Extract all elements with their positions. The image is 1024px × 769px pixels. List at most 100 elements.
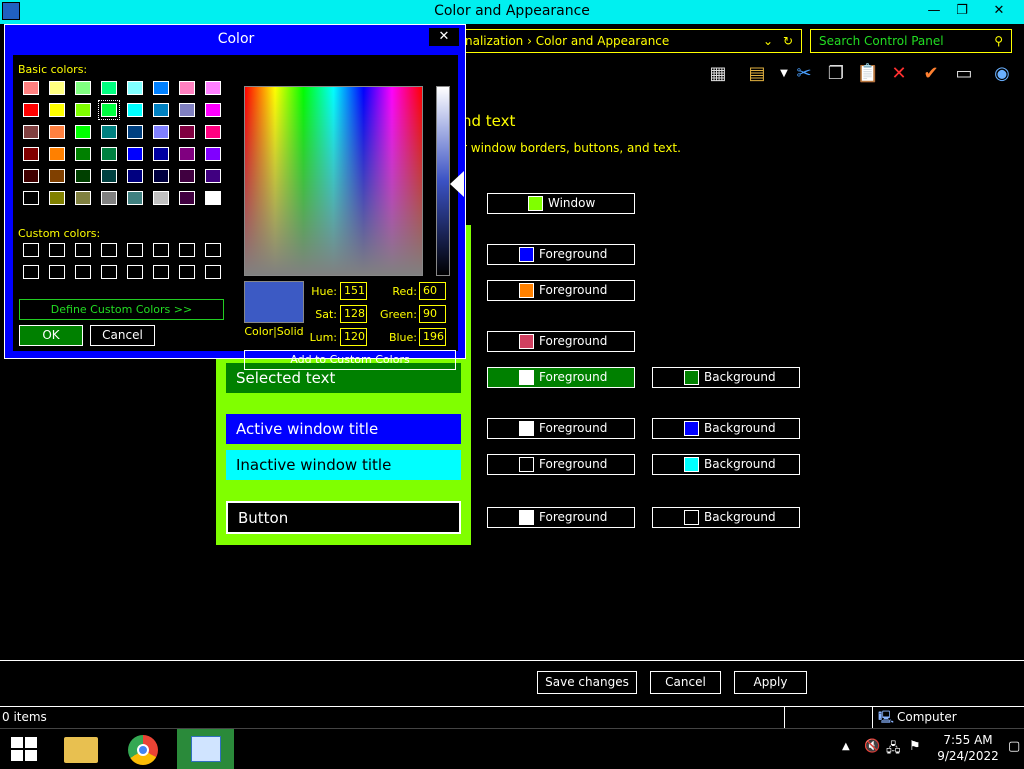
swatch-button-background[interactable]: Background [652,367,800,388]
basic-color-swatch[interactable] [153,81,169,95]
refresh-icon[interactable]: ↻ [783,30,793,52]
basic-color-swatch[interactable] [153,125,169,139]
basic-color-swatch[interactable] [49,81,65,95]
dialog-ok-button[interactable]: OK [19,325,83,346]
chrome-icon[interactable] [128,735,158,765]
basic-color-swatch[interactable] [49,125,65,139]
basic-color-swatch[interactable] [127,147,143,161]
basic-color-swatch[interactable] [127,103,143,117]
basic-color-swatch[interactable] [179,103,195,117]
basic-color-swatch[interactable] [179,147,195,161]
cancel-button[interactable]: Cancel [650,671,721,694]
basic-color-swatch[interactable] [101,81,117,95]
notifications-icon[interactable]: ▢ [1008,739,1020,754]
sat-field[interactable]: 128 [340,305,367,323]
custom-color-slot[interactable] [179,265,195,279]
preview-inactive-title[interactable]: Inactive window title [226,450,461,480]
checkmark-icon[interactable]: ✔ [919,62,943,86]
basic-color-swatch[interactable] [205,125,221,139]
basic-color-swatch[interactable] [205,147,221,161]
custom-color-slot[interactable] [153,243,169,257]
basic-color-swatch[interactable] [75,103,91,117]
basic-color-swatch[interactable] [179,191,195,205]
swatch-button-foreground[interactable]: Foreground [487,331,635,352]
swatch-button-foreground[interactable]: Foreground [487,454,635,475]
chevron-down-icon[interactable]: ⌄ [763,30,773,52]
basic-color-swatch[interactable] [127,169,143,183]
custom-color-slot[interactable] [101,243,117,257]
basic-color-swatch[interactable] [75,147,91,161]
define-custom-colors-button[interactable]: Define Custom Colors >> [19,299,224,320]
basic-color-swatch[interactable] [49,169,65,183]
basic-color-swatch[interactable] [179,81,195,95]
custom-color-slot[interactable] [179,243,195,257]
blue-field[interactable]: 196 [419,328,446,346]
swatch-button-foreground[interactable]: Foreground [487,418,635,439]
basic-color-swatch[interactable] [23,103,39,117]
basic-color-swatch[interactable] [153,103,169,117]
rename-icon[interactable]: ▭ [952,62,976,86]
basic-color-swatch[interactable] [127,191,143,205]
globe-icon[interactable]: ◉ [990,62,1014,86]
delete-icon[interactable]: ✕ [887,62,911,86]
cut-icon[interactable]: ✂ [792,62,816,86]
basic-color-swatch[interactable] [49,147,65,161]
custom-color-slot[interactable] [127,243,143,257]
basic-color-swatch[interactable] [179,125,195,139]
basic-color-swatch[interactable] [101,147,117,161]
custom-color-slot[interactable] [75,243,91,257]
basic-color-swatch[interactable] [205,191,221,205]
swatch-button-background[interactable]: Background [652,418,800,439]
basic-color-swatch[interactable] [75,191,91,205]
search-icon[interactable]: ⚲ [994,30,1003,52]
basic-color-swatch[interactable] [101,191,117,205]
basic-color-swatch[interactable] [23,81,39,95]
close-button[interactable]: ✕ [976,0,1022,22]
luminosity-pointer-icon[interactable] [450,171,464,197]
preview-active-title[interactable]: Active window title [226,414,461,444]
swatch-button-background[interactable]: Background [652,454,800,475]
layout-icon[interactable]: ▦ [706,62,730,86]
custom-color-slot[interactable] [127,265,143,279]
action-center-icon[interactable]: ⚑ [909,739,921,754]
file-explorer-icon[interactable] [64,737,98,763]
volume-muted-icon[interactable]: 🔇 [864,739,880,754]
custom-color-slot[interactable] [205,265,221,279]
basic-color-swatch[interactable] [49,191,65,205]
basic-color-swatch[interactable] [23,191,39,205]
basic-color-swatch[interactable] [23,169,39,183]
basic-color-swatch[interactable] [101,169,117,183]
basic-color-swatch[interactable] [75,81,91,95]
basic-color-swatch[interactable] [49,103,65,117]
swatch-button-background[interactable]: Background [652,507,800,528]
swatch-button-window[interactable]: Window [487,193,635,214]
copy-icon[interactable]: ❐ [824,62,848,86]
lum-field[interactable]: 120 [340,328,367,346]
network-icon[interactable]: 🖧 [886,739,901,761]
maximize-button[interactable]: ❐ [946,0,978,22]
tray-date[interactable]: 9/24/2022 [935,749,1001,763]
save-changes-button[interactable]: Save changes [537,671,637,694]
basic-color-swatch[interactable] [205,81,221,95]
swatch-button-foreground[interactable]: Foreground [487,244,635,265]
properties-icon[interactable]: ▤ [745,62,769,86]
custom-color-slot[interactable] [205,243,221,257]
custom-color-slot[interactable] [23,243,39,257]
basic-color-swatch[interactable] [75,125,91,139]
swatch-button-foreground[interactable]: Foreground [487,367,635,388]
color-spectrum[interactable] [244,86,423,276]
basic-color-swatch[interactable] [101,125,117,139]
custom-color-slot[interactable] [23,265,39,279]
add-to-custom-colors-button[interactable]: Add to Custom Colors [244,350,456,370]
luminosity-slider[interactable] [436,86,450,276]
swatch-button-foreground[interactable]: Foreground [487,280,635,301]
hue-field[interactable]: 151 [340,282,367,300]
custom-color-slot[interactable] [49,243,65,257]
custom-color-slot[interactable] [49,265,65,279]
basic-color-swatch[interactable] [127,81,143,95]
basic-color-swatch[interactable] [153,191,169,205]
green-field[interactable]: 90 [419,305,446,323]
red-field[interactable]: 60 [419,282,446,300]
basic-color-swatch[interactable] [75,169,91,183]
tray-time[interactable]: 7:55 AM [935,733,1001,747]
